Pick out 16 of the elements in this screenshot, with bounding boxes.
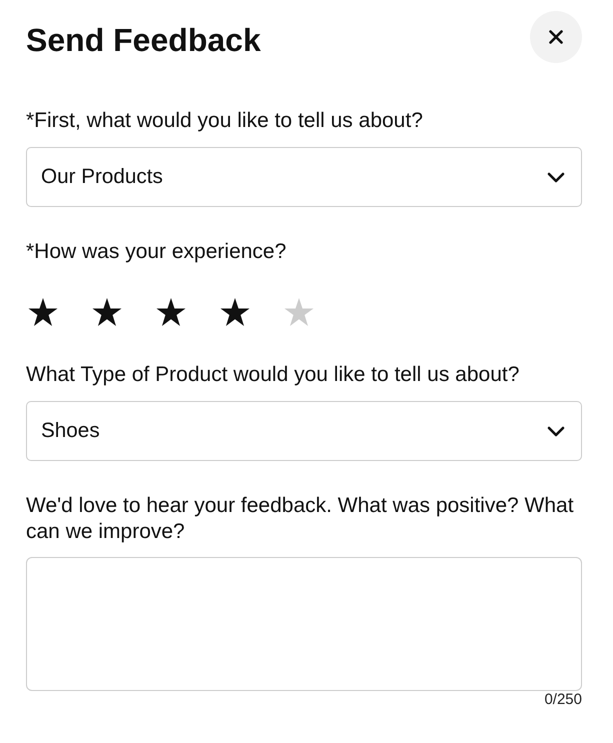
star-icon[interactable] xyxy=(284,298,314,327)
dropdown-select[interactable]: Our Products xyxy=(26,147,582,207)
field-label: *First, what would you like to tell us about? xyxy=(26,108,424,134)
close-icon xyxy=(549,30,563,44)
field-label: *How was your experience? xyxy=(26,239,288,265)
dropdown-select[interactable]: Shoes xyxy=(26,401,582,461)
character-counter: 0/250 xyxy=(544,691,582,709)
field-label: What Type of Product would you like to tell us about? xyxy=(26,362,520,388)
chevron-down-icon xyxy=(547,172,565,182)
field-label: We'd love to hear your feedback. What was positive? What can we improve? xyxy=(26,493,575,545)
star-icon[interactable] xyxy=(92,298,122,327)
star-icon[interactable] xyxy=(156,298,186,327)
star-icon[interactable] xyxy=(220,298,250,327)
chevron-down-icon xyxy=(547,426,565,436)
star-icon[interactable] xyxy=(28,298,58,327)
dialog-title: Send Feedback xyxy=(26,20,261,58)
